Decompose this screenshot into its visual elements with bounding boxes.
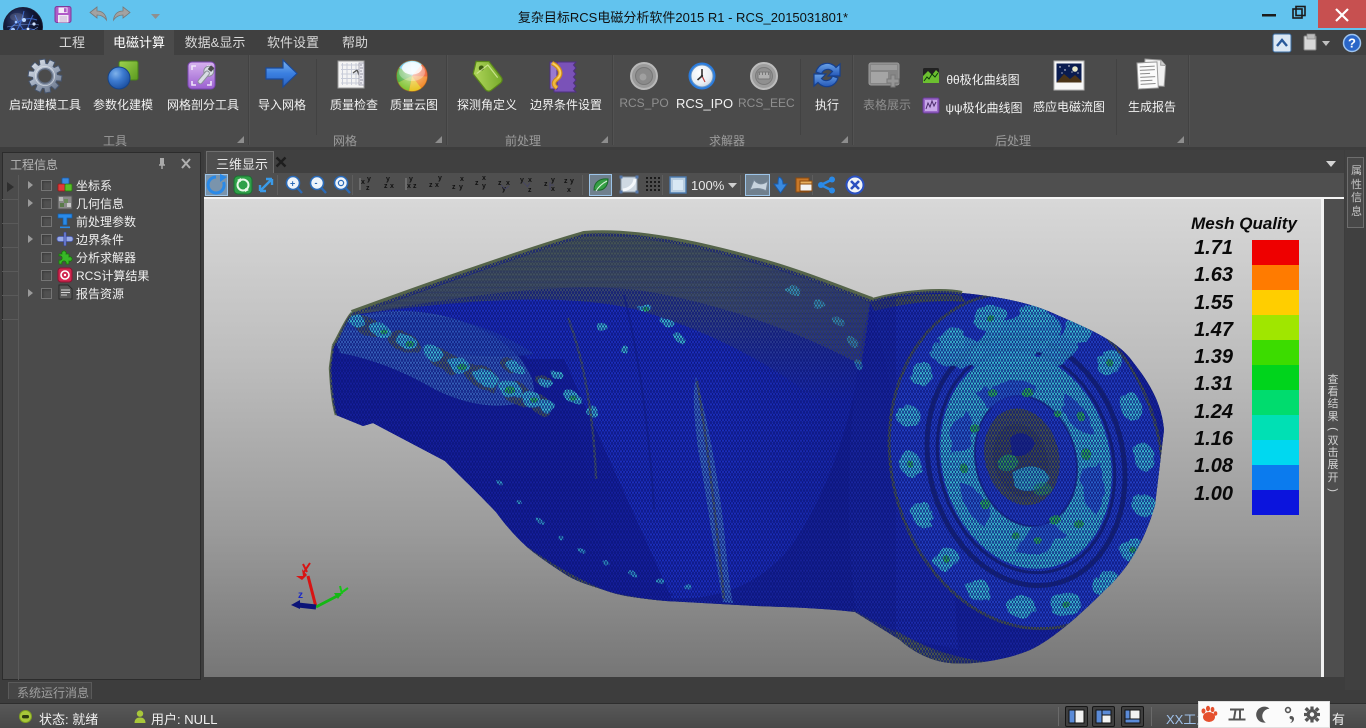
svg-text:z: z (475, 180, 479, 187)
svg-text:z: z (298, 590, 303, 601)
svg-text:z: z (384, 183, 388, 190)
svg-text:x: x (528, 177, 532, 184)
svg-text:x: x (551, 186, 555, 193)
svg-text:?: ? (1348, 36, 1356, 51)
svg-text:-: - (315, 178, 318, 188)
svg-text:y: y (438, 175, 442, 182)
svg-text:x: x (506, 180, 510, 187)
svg-text:x: x (407, 183, 411, 190)
svg-text:z: z (413, 183, 417, 190)
svg-text:+: + (290, 178, 295, 188)
svg-text:y: y (367, 176, 371, 183)
svg-text:x: x (567, 187, 571, 194)
svg-text:y: y (459, 184, 463, 191)
svg-text:y: y (551, 177, 555, 184)
svg-text:y: y (482, 183, 486, 190)
svg-text:x: x (435, 182, 439, 189)
svg-text:x: x (482, 175, 486, 182)
svg-text:100%: 100% (691, 178, 725, 193)
svg-text:x: x (390, 183, 394, 190)
svg-text:z: z (528, 187, 532, 194)
svg-text:y: y (409, 176, 413, 183)
svg-text:z: z (429, 182, 433, 189)
svg-text:y: y (386, 176, 390, 183)
svg-text:z: z (564, 178, 568, 185)
svg-text:x: x (460, 176, 464, 183)
svg-text:x: x (361, 179, 365, 186)
svg-text:z: z (366, 185, 370, 192)
svg-text:z: z (452, 184, 456, 191)
svg-text:y: y (570, 178, 574, 185)
svg-text:z: z (544, 181, 548, 188)
